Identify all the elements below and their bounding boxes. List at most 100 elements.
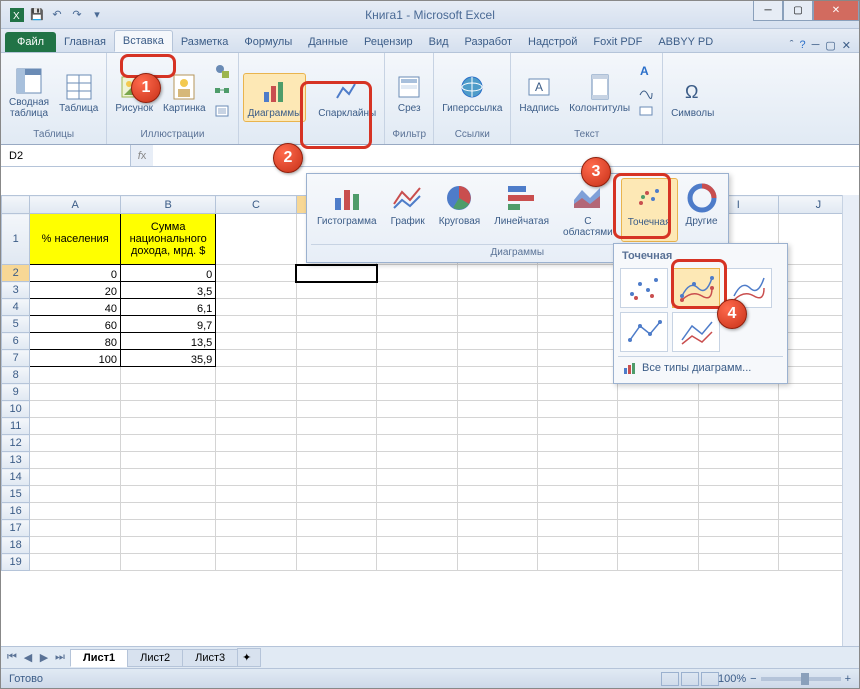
minimize-ribbon-icon[interactable]: ˆ (790, 39, 794, 52)
row-header[interactable]: 17 (2, 520, 30, 537)
cell[interactable]: Сумма национального дохода, мрд. $ (121, 214, 216, 265)
cell[interactable]: 100 (30, 350, 121, 367)
row-header[interactable]: 1 (2, 214, 30, 265)
row-header[interactable]: 12 (2, 435, 30, 452)
cell[interactable]: 3,5 (121, 282, 216, 299)
tab-layout[interactable]: Разметка (173, 32, 237, 52)
tab-foxit[interactable]: Foxit PDF (585, 32, 650, 52)
tab-home[interactable]: Главная (56, 32, 114, 52)
row-header[interactable]: 3 (2, 282, 30, 299)
tab-addins[interactable]: Надстрой (520, 32, 585, 52)
zoom-slider[interactable] (761, 677, 841, 681)
sheet-nav-prev[interactable]: ◀ (21, 651, 35, 664)
cell[interactable]: 60 (30, 316, 121, 333)
tab-review[interactable]: Рецензир (356, 32, 421, 52)
tab-file[interactable]: Файл (5, 32, 56, 52)
save-icon[interactable]: 💾 (29, 7, 45, 23)
close-button[interactable]: ✕ (813, 1, 859, 21)
qat-more-icon[interactable]: ▾ (89, 7, 105, 23)
signature-icon[interactable] (638, 83, 656, 101)
sheet-nav-last[interactable]: ⏭ (53, 651, 67, 664)
row-header[interactable]: 13 (2, 452, 30, 469)
cell[interactable]: 0 (30, 265, 121, 282)
sheet-nav-next[interactable]: ▶ (37, 651, 51, 664)
cell[interactable]: 6,1 (121, 299, 216, 316)
row-header[interactable]: 9 (2, 384, 30, 401)
screenshot-icon[interactable] (214, 103, 232, 121)
row-header[interactable]: 7 (2, 350, 30, 367)
chart-type-other[interactable]: Другие (680, 178, 724, 242)
row-header[interactable]: 15 (2, 486, 30, 503)
select-all-corner[interactable] (2, 196, 30, 214)
sheet-tab[interactable]: Лист2 (127, 649, 183, 667)
wordart-icon[interactable]: A (638, 63, 656, 81)
sheet-nav-first[interactable]: ⏮ (5, 651, 19, 664)
active-cell[interactable] (296, 265, 376, 282)
pivottable-button[interactable]: Сводная таблица (5, 63, 53, 121)
sheet-tab[interactable]: Лист3 (182, 649, 238, 667)
zoom-in-icon[interactable]: + (845, 673, 851, 685)
undo-icon[interactable]: ↶ (49, 7, 65, 23)
tab-data[interactable]: Данные (300, 32, 356, 52)
doc-close-icon[interactable]: ✕ (842, 39, 851, 52)
row-header[interactable]: 2 (2, 265, 30, 282)
view-layout-icon[interactable] (681, 672, 699, 686)
cell[interactable]: 35,9 (121, 350, 216, 367)
vertical-scrollbar[interactable] (842, 195, 859, 646)
charts-button[interactable]: Диаграммы (243, 73, 307, 122)
row-header[interactable]: 4 (2, 299, 30, 316)
tab-insert[interactable]: Вставка (114, 30, 173, 52)
shapes-icon[interactable] (214, 63, 232, 81)
hyperlink-button[interactable]: Гиперссылка (438, 69, 506, 116)
col-header[interactable]: C (216, 196, 296, 214)
zoom-level[interactable]: 100% (718, 673, 746, 685)
clipart-button[interactable]: Картинка (159, 69, 210, 116)
row-header[interactable]: 18 (2, 537, 30, 554)
minimize-button[interactable]: ─ (753, 1, 783, 21)
cell[interactable]: 13,5 (121, 333, 216, 350)
tab-formulas[interactable]: Формулы (236, 32, 300, 52)
zoom-out-icon[interactable]: − (750, 673, 756, 685)
view-pagebreak-icon[interactable] (701, 672, 719, 686)
new-sheet-tab[interactable]: ✦ (237, 648, 261, 667)
col-header[interactable]: B (121, 196, 216, 214)
row-header[interactable]: 6 (2, 333, 30, 350)
row-header[interactable]: 14 (2, 469, 30, 486)
formula-input[interactable] (153, 145, 859, 166)
sparklines-button[interactable]: Спарклайны (314, 74, 380, 121)
col-header[interactable]: A (30, 196, 121, 214)
scatter-smooth-markers[interactable] (672, 268, 720, 308)
table-button[interactable]: Таблица (55, 69, 102, 116)
redo-icon[interactable]: ↷ (69, 7, 85, 23)
textbox-button[interactable]: A Надпись (515, 69, 563, 116)
cell[interactable]: 20 (30, 282, 121, 299)
sheet-tab[interactable]: Лист1 (70, 649, 128, 667)
cell[interactable]: 40 (30, 299, 121, 316)
scatter-straight-markers[interactable] (620, 312, 668, 352)
chart-type-column[interactable]: Гистограмма (311, 178, 383, 242)
maximize-button[interactable]: ▢ (783, 1, 813, 21)
row-header[interactable]: 8 (2, 367, 30, 384)
slicer-button[interactable]: Срез (389, 69, 429, 116)
object-icon[interactable] (638, 103, 656, 121)
doc-restore-icon[interactable]: ▢ (825, 39, 835, 52)
cell[interactable]: 0 (121, 265, 216, 282)
chart-type-pie[interactable]: Круговая (433, 178, 486, 242)
chart-type-scatter[interactable]: Точечная (621, 178, 678, 242)
row-header[interactable]: 10 (2, 401, 30, 418)
row-header[interactable]: 19 (2, 554, 30, 571)
smartart-icon[interactable] (214, 83, 232, 101)
row-header[interactable]: 11 (2, 418, 30, 435)
symbols-button[interactable]: Ω Символы (667, 74, 718, 121)
cell[interactable]: % населения (30, 214, 121, 265)
help-icon[interactable]: ? (799, 39, 805, 52)
row-header[interactable]: 16 (2, 503, 30, 520)
cell[interactable]: 9,7 (121, 316, 216, 333)
chart-type-line[interactable]: График (385, 178, 431, 242)
doc-min-icon[interactable]: ─ (812, 39, 820, 52)
tab-view[interactable]: Вид (421, 32, 457, 52)
chart-type-area[interactable]: С областями (557, 178, 619, 242)
scatter-markers-only[interactable] (620, 268, 668, 308)
headerfooter-button[interactable]: Колонтитулы (565, 69, 634, 116)
fx-icon[interactable]: fx (131, 145, 153, 166)
